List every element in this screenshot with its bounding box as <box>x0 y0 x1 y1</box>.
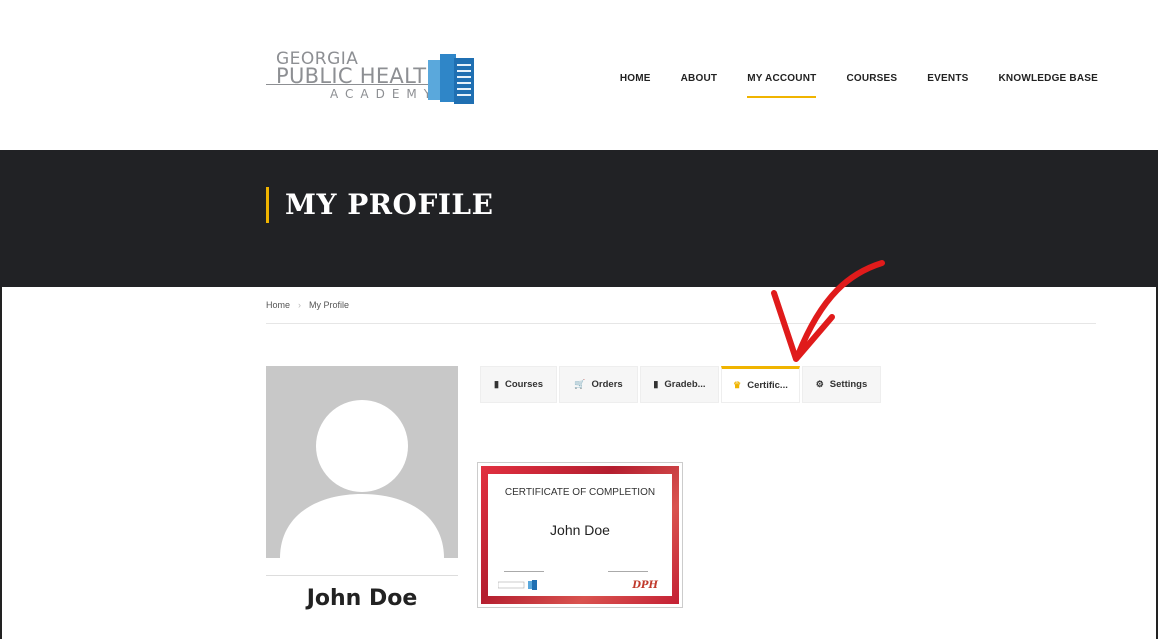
site-header: GEORGIA PUBLIC HEALTH ACADEMY HOME ABOUT… <box>0 0 1158 150</box>
profile-name: John Doe <box>306 586 418 611</box>
certificate-signature-line-left <box>504 571 544 572</box>
nav-my-account[interactable]: MY ACCOUNT <box>747 73 817 98</box>
book-icon: ▮ <box>494 379 499 389</box>
breadcrumb: Home › My Profile <box>266 300 349 310</box>
profile-tabs: ▮ Courses 🛒 Orders ▮ Gradeb... ♛ Certifi… <box>480 366 883 403</box>
certificate-recipient: John Doe <box>550 522 610 538</box>
tab-settings[interactable]: ⚙ Settings <box>802 366 881 403</box>
certificate-signature-line-right <box>608 571 648 572</box>
page-title: MY PROFILE <box>285 188 494 221</box>
nav-about[interactable]: ABOUT <box>681 73 718 92</box>
gear-icon: ⚙ <box>815 379 824 389</box>
certificate-border: CERTIFICATE OF COMPLETION John Doe DPH <box>481 466 679 604</box>
page-banner: MY PROFILE <box>0 150 1158 287</box>
avatar-divider <box>266 575 458 576</box>
avatar-silhouette-icon <box>280 400 444 558</box>
certificate-thumbnail[interactable]: CERTIFICATE OF COMPLETION John Doe DPH <box>477 462 683 608</box>
certificate-paper: CERTIFICATE OF COMPLETION John Doe DPH <box>488 474 672 596</box>
logo-line3: ACADEMY <box>330 87 439 101</box>
tab-label: Gradeb... <box>664 379 706 390</box>
tab-label: Courses <box>504 379 543 390</box>
tab-courses[interactable]: ▮ Courses <box>480 366 557 403</box>
logo-rule <box>266 84 431 85</box>
main-nav: HOME ABOUT MY ACCOUNT COURSES EVENTS KNO… <box>590 73 1098 98</box>
tab-label: Certific... <box>747 380 788 391</box>
nav-events[interactable]: EVENTS <box>927 73 968 92</box>
tab-label: Orders <box>591 379 623 390</box>
tab-certificates[interactable]: ♛ Certific... <box>721 366 800 403</box>
breadcrumb-divider <box>266 323 1096 324</box>
tab-gradebook[interactable]: ▮ Gradeb... <box>640 366 719 403</box>
site-logo[interactable]: GEORGIA PUBLIC HEALTH ACADEMY <box>266 50 481 110</box>
certificate-logo-icon <box>498 580 537 590</box>
cart-icon: 🛒 <box>574 379 586 389</box>
avatar <box>266 366 458 558</box>
tab-label: Settings <box>829 379 868 390</box>
certificate-title: CERTIFICATE OF COMPLETION <box>504 487 656 498</box>
nav-knowledge-base[interactable]: KNOWLEDGE BASE <box>999 73 1098 92</box>
book-icon: ▮ <box>653 379 659 389</box>
nav-home[interactable]: HOME <box>620 73 651 92</box>
tab-orders[interactable]: 🛒 Orders <box>559 366 638 403</box>
breadcrumb-home[interactable]: Home <box>266 300 290 310</box>
breadcrumb-separator: › <box>298 300 302 310</box>
annotation-arrow-icon <box>771 260 885 362</box>
books-icon <box>428 54 474 104</box>
banner-accent-bar <box>266 187 269 223</box>
breadcrumb-current: My Profile <box>309 300 350 310</box>
certificate-dph-mark: DPH <box>632 580 658 591</box>
crown-icon: ♛ <box>733 380 742 390</box>
nav-courses[interactable]: COURSES <box>846 73 897 92</box>
